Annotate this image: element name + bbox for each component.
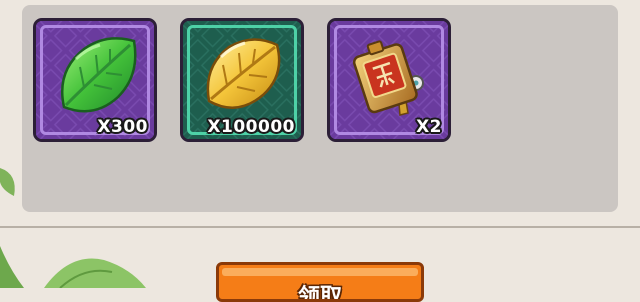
tribute-token-icon — [352, 40, 424, 116]
quantity-label: X2 — [416, 117, 442, 137]
reward-slot-golden-leaf[interactable]: X100000 — [180, 18, 304, 142]
reward-slot-green-leaf[interactable]: X300 — [33, 18, 157, 142]
button-highlight — [222, 268, 418, 276]
reward-panel: X300 X100000 X2 — [22, 5, 618, 212]
divider-line — [0, 226, 640, 228]
reward-slot-tribute-token[interactable]: X2 — [327, 18, 451, 142]
quantity-label: X300 — [97, 117, 148, 137]
golden-leaf-icon — [206, 38, 281, 109]
claim-button[interactable]: 领取 — [216, 262, 424, 302]
claim-button-label: 领取 — [297, 285, 342, 302]
green-leaf-icon — [60, 37, 137, 113]
decorative-leaf-bottom — [0, 246, 146, 288]
quantity-label: X100000 — [207, 117, 295, 137]
